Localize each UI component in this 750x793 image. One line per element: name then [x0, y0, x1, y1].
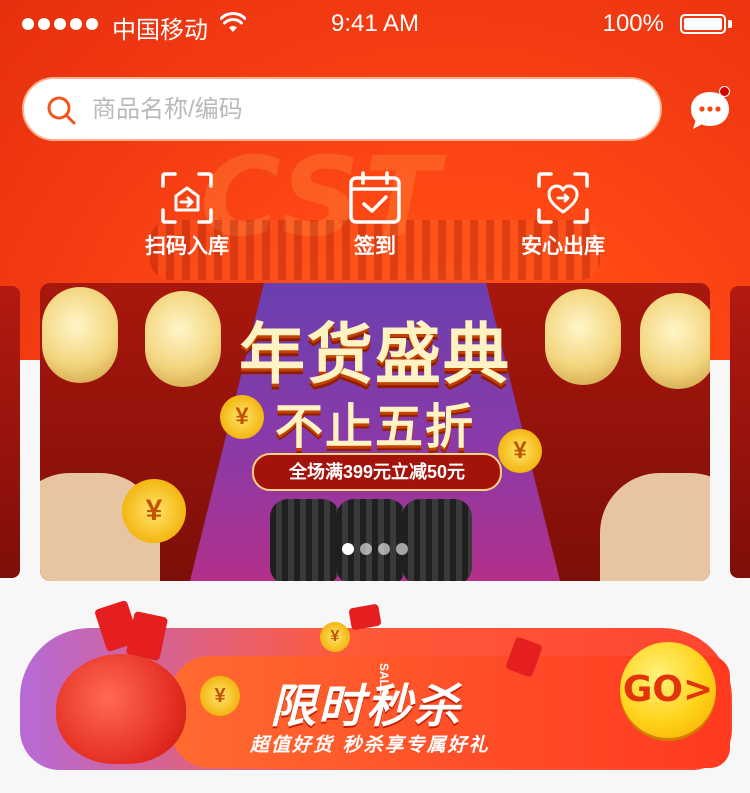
promo-banner[interactable]: ¥ ¥ ¥ 年货盛典 不止五折 全场满399元立减50元: [40, 283, 710, 581]
quick-action-label: 扫码入库: [145, 235, 229, 258]
tire-image: [402, 499, 472, 581]
money-bag-icon: [56, 654, 186, 764]
carousel-indicator[interactable]: [342, 543, 408, 555]
tire-image: [270, 499, 340, 581]
banner-promo-text: 全场满399元立减50元: [252, 453, 502, 491]
quick-action-label: 签到: [354, 235, 396, 258]
quick-actions: 扫码入库 签到 安心出库: [0, 170, 750, 260]
quick-action-label: 安心出库: [521, 235, 605, 258]
coin-icon: ¥: [200, 676, 240, 716]
carousel-prev-peek[interactable]: [0, 286, 20, 578]
flash-sale-title: 限时秒杀: [270, 679, 462, 733]
red-envelope-icon: [348, 603, 382, 631]
banner-title: 年货盛典: [239, 316, 511, 393]
cloud-decoration: [600, 473, 710, 581]
heart-out-icon: [537, 172, 589, 224]
notification-dot: [719, 86, 730, 97]
banner-subtitle: 不止五折: [274, 399, 475, 455]
flash-sale-banner[interactable]: ¥ ¥ 限时秒杀 SALE 超值好货 秒杀享专属好礼 GO>: [20, 599, 732, 780]
quick-action-safe-out[interactable]: 安心出库: [493, 170, 633, 260]
battery-percentage: 100%: [602, 10, 664, 37]
carousel-dot[interactable]: [360, 543, 372, 555]
quick-action-scan-in[interactable]: 扫码入库: [117, 170, 257, 260]
go-button[interactable]: GO>: [620, 642, 716, 738]
calendar-check-icon: [349, 171, 401, 224]
flash-sale-subtitle: 超值好货 秒杀享专属好礼: [250, 734, 490, 756]
quick-action-sign-in[interactable]: 签到: [305, 170, 445, 260]
carousel-dot[interactable]: [378, 543, 390, 555]
coin-icon: ¥: [320, 622, 350, 652]
carousel-dot[interactable]: [342, 543, 354, 555]
search-bar[interactable]: [22, 77, 662, 141]
scan-in-icon: [161, 172, 213, 224]
message-button[interactable]: [688, 86, 732, 132]
carousel-next-peek[interactable]: [730, 286, 750, 578]
search-input[interactable]: [90, 87, 634, 133]
sale-tag: SALE: [377, 662, 392, 696]
status-bar: 中国移动 9:41 AM 100%: [0, 0, 750, 50]
search-icon: [47, 96, 76, 125]
tire-image: [336, 499, 406, 581]
carousel-dot[interactable]: [396, 543, 408, 555]
battery-icon: [680, 14, 732, 36]
coin-icon: ¥: [122, 479, 186, 543]
